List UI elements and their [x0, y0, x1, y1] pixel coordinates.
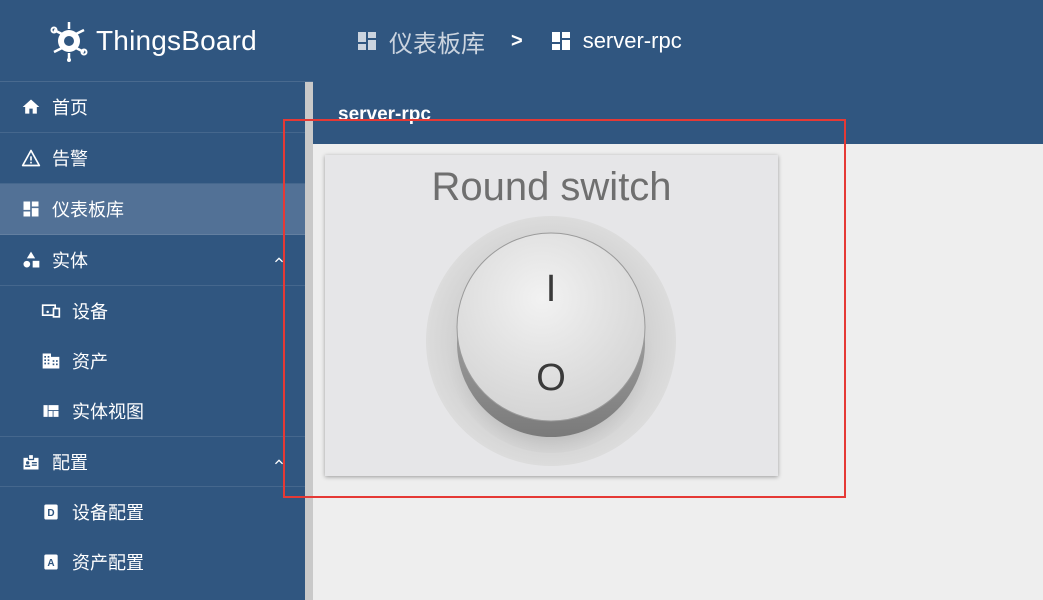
- sidebar-item-label: 首页: [52, 98, 88, 118]
- sidebar-item-profiles[interactable]: 配置: [0, 436, 313, 487]
- sidebar-menu: 首页 告警 仪表板库 实体 设备 资产 实体视图 配置 D 设备配置 A 资产配…: [0, 82, 313, 587]
- sidebar-item-label: 仪表板库: [52, 200, 124, 220]
- asset-profile-icon: A: [40, 551, 62, 573]
- dashboard-icon: [358, 32, 376, 50]
- domain-icon: [40, 350, 62, 372]
- dashboard-title: server-rpc: [338, 104, 431, 125]
- sidebar-item-assets[interactable]: 资产: [0, 336, 313, 386]
- chevron-up-icon[interactable]: [271, 454, 287, 470]
- warning-icon: [20, 147, 42, 169]
- sidebar-item-dashboards[interactable]: 仪表板库: [0, 184, 313, 235]
- round-switch-widget: Round switch I O: [325, 155, 778, 476]
- device-profile-icon: D: [40, 501, 62, 523]
- breadcrumb-separator: >: [511, 29, 523, 52]
- view-quilt-icon: [40, 400, 62, 422]
- sidebar-item-label: 设备: [72, 302, 108, 322]
- breadcrumb-dashboards[interactable]: 仪表板库: [355, 24, 485, 59]
- devices-icon: [40, 300, 62, 322]
- breadcrumb-current: server-rpc: [549, 28, 682, 54]
- breadcrumb-label: 仪表板库: [389, 30, 485, 58]
- dashboard-header: server-rpc: [313, 82, 1043, 144]
- dashboard-icon: [551, 32, 570, 50]
- brand-name: ThingsBoard: [96, 24, 257, 56]
- sidebar-item-asset-profiles[interactable]: A 资产配置: [0, 537, 313, 587]
- sidebar-item-alarms[interactable]: 告警: [0, 133, 313, 184]
- switch-on-label: I: [546, 268, 557, 310]
- sidebar-item-label: 配置: [52, 452, 88, 473]
- sidebar-scrollbar[interactable]: [305, 82, 313, 600]
- sidebar-item-entities[interactable]: 实体: [0, 235, 313, 286]
- badge-icon: [20, 451, 42, 473]
- breadcrumb-label: server-rpc: [582, 28, 682, 53]
- round-switch[interactable]: I O: [425, 215, 677, 467]
- thingsboard-logo-icon: [50, 21, 88, 62]
- sidebar-item-label: 资产配置: [72, 553, 144, 573]
- home-icon: [20, 96, 42, 118]
- sidebar-item-home[interactable]: 首页: [0, 82, 313, 133]
- sidebar-item-devices[interactable]: 设备: [0, 286, 313, 336]
- widget-title: Round switch: [431, 165, 672, 209]
- sidebar-item-label: 实体视图: [72, 402, 144, 422]
- sidebar-item-label: 告警: [52, 149, 88, 169]
- switch-off-label: O: [536, 357, 566, 399]
- shapes-icon: [20, 249, 42, 271]
- sidebar-item-label: 资产: [72, 352, 108, 372]
- chevron-up-icon[interactable]: [271, 252, 287, 268]
- dashboard-icon: [20, 198, 42, 220]
- sidebar-item-entity-views[interactable]: 实体视图: [0, 386, 313, 436]
- sidebar-item-device-profiles[interactable]: D 设备配置: [0, 487, 313, 537]
- sidebar-item-label: 实体: [52, 251, 88, 271]
- svg-text:A: A: [47, 558, 54, 569]
- top-toolbar: 仪表板库 > server-rpc: [313, 0, 1043, 82]
- sidebar: ThingsBoard 首页 告警 仪表板库 实体 设备 资产 实体视图 配置 …: [0, 0, 313, 600]
- sidebar-item-label: 设备配置: [72, 503, 144, 523]
- logo[interactable]: ThingsBoard: [0, 0, 313, 82]
- svg-text:D: D: [47, 508, 54, 519]
